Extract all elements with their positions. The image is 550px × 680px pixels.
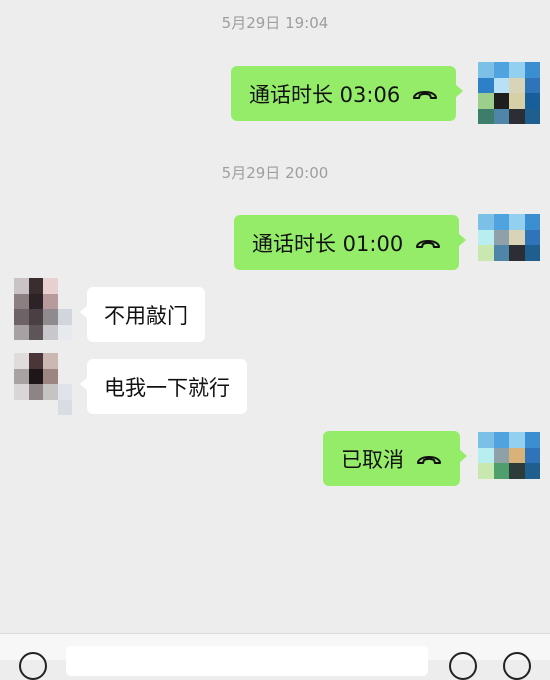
voice-icon[interactable] <box>19 652 47 680</box>
call-record-bubble[interactable]: 已取消 <box>323 431 467 486</box>
message-text: 电我一下就行 <box>104 375 230 400</box>
message-input[interactable] <box>66 646 428 676</box>
call-duration-text: 通话时长 01:00 <box>252 231 404 256</box>
plus-icon[interactable] <box>503 652 531 680</box>
timestamp: 5月29日 20:00 <box>221 164 329 182</box>
my-avatar[interactable] <box>478 62 540 124</box>
phone-hangup-icon <box>413 90 438 99</box>
phone-hangup-icon <box>416 239 441 248</box>
emoji-icon[interactable] <box>449 652 477 680</box>
my-avatar[interactable] <box>478 432 540 494</box>
call-status-text: 已取消 <box>341 447 404 472</box>
call-record-bubble[interactable]: 通话时长 01:00 <box>234 215 467 270</box>
call-duration-text: 通话时长 03:06 <box>249 82 401 107</box>
message-text: 不用敲门 <box>104 303 188 328</box>
call-record-bubble[interactable]: 通话时长 03:06 <box>231 66 464 121</box>
chat-input-bar <box>0 633 550 680</box>
timestamp: 5月29日 19:04 <box>221 14 329 32</box>
message-bubble[interactable]: 电我一下就行 <box>80 359 247 414</box>
contact-avatar[interactable] <box>14 278 72 340</box>
my-avatar[interactable] <box>478 214 540 276</box>
phone-hangup-icon <box>417 455 441 464</box>
message-bubble[interactable]: 不用敲门 <box>80 287 205 342</box>
contact-avatar[interactable] <box>14 353 72 415</box>
